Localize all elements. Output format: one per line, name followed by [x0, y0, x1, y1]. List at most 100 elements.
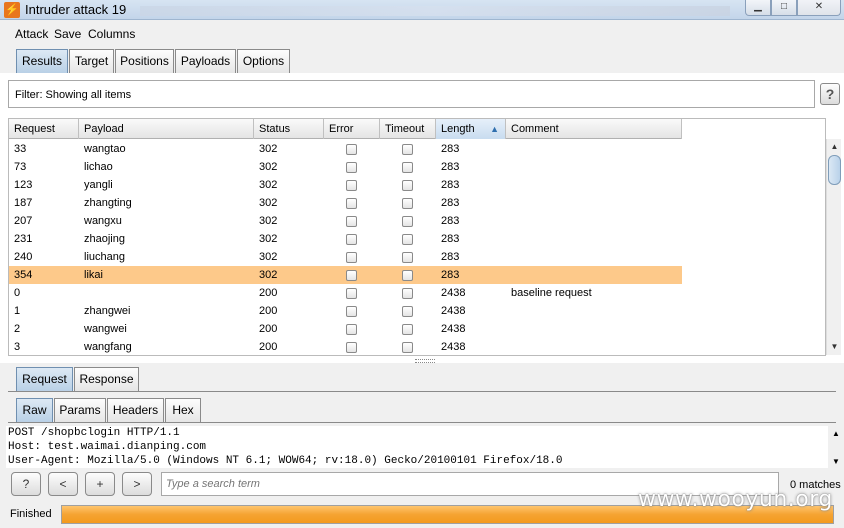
checkbox-error — [346, 162, 357, 173]
cell-status: 302 — [259, 179, 278, 191]
menu-columns[interactable]: Columns — [88, 27, 135, 41]
tab-target[interactable]: Target — [69, 49, 114, 73]
column-payload[interactable]: Payload — [79, 119, 254, 139]
cell-request: 0 — [14, 287, 21, 299]
cell-request: 187 — [14, 197, 33, 209]
checkbox-timeout — [402, 144, 413, 155]
blurred-background — [140, 6, 730, 16]
raw-request-editor[interactable]: POST /shopbclogin HTTP/1.1 Host: test.wa… — [6, 426, 828, 468]
cell-comment — [506, 266, 511, 284]
scroll-up-arrow-icon[interactable]: ▲ — [827, 140, 842, 154]
cell-payload: liuchang — [84, 251, 125, 263]
sort-ascending-icon: ▲ — [490, 124, 499, 134]
table-row[interactable]: 207 wangxu 302 283 — [9, 212, 682, 230]
filter-text: Filter: Showing all items — [15, 89, 132, 101]
scroll-thumb[interactable] — [828, 155, 841, 185]
cell-payload: wangfang — [84, 341, 132, 353]
tab-payloads[interactable]: Payloads — [175, 49, 236, 73]
tab-options[interactable]: Options — [237, 49, 290, 73]
cell-request: 354 — [14, 269, 33, 281]
cell-status: 302 — [259, 215, 278, 227]
cell-status: 302 — [259, 251, 278, 263]
window-title: Intruder attack 19 — [25, 2, 127, 17]
checkbox-error — [346, 216, 357, 227]
cell-payload: wangwei — [84, 323, 127, 335]
cell-length: 283 — [441, 143, 460, 155]
checkbox-error — [346, 144, 357, 155]
checkbox-error — [346, 342, 357, 353]
table-row[interactable]: 187 zhangting 302 283 — [9, 194, 682, 212]
title-bar: ⚡ Intruder attack 19 — [0, 0, 844, 20]
menu-bar: Attack Save Columns — [0, 21, 844, 45]
results-scrollbar[interactable]: ▲ ▼ — [826, 139, 841, 355]
scroll-down-arrow-icon[interactable]: ▼ — [829, 456, 843, 468]
table-row[interactable]: 3 wangfang 200 2438 — [9, 338, 682, 355]
pane-splitter-handle[interactable] — [415, 359, 435, 363]
filter-help-button[interactable]: ? — [820, 83, 840, 105]
column-timeout[interactable]: Timeout — [380, 119, 436, 139]
tab-results[interactable]: Results — [16, 49, 68, 73]
column-length[interactable]: Length ▲ — [436, 119, 506, 139]
tab-params[interactable]: Params — [54, 398, 106, 422]
table-row[interactable]: 2 wangwei 200 2438 — [9, 320, 682, 338]
cell-request: 33 — [14, 143, 27, 155]
maximize-button[interactable]: □ — [771, 0, 797, 16]
checkbox-error — [346, 324, 357, 335]
menu-attack[interactable]: Attack — [15, 27, 48, 41]
tab-hex[interactable]: Hex — [165, 398, 201, 422]
tab-raw[interactable]: Raw — [16, 398, 53, 422]
table-row[interactable]: 0 200 2438 baseline request — [9, 284, 682, 302]
column-status[interactable]: Status — [254, 119, 324, 139]
tab-headers[interactable]: Headers — [107, 398, 164, 422]
checkbox-timeout — [402, 270, 413, 281]
table-row[interactable]: 123 yangli 302 283 — [9, 176, 682, 194]
scroll-up-arrow-icon[interactable]: ▲ — [829, 428, 843, 440]
column-length-label: Length — [441, 123, 475, 135]
table-row[interactable]: 231 zhaojing 302 283 — [9, 230, 682, 248]
checkbox-timeout — [402, 216, 413, 227]
cell-request: 231 — [14, 233, 33, 245]
tab-positions[interactable]: Positions — [115, 49, 174, 73]
cell-comment — [506, 140, 511, 158]
checkbox-timeout — [402, 234, 413, 245]
tab-request[interactable]: Request — [16, 367, 73, 391]
checkbox-timeout — [402, 288, 413, 299]
cell-length: 2438 — [441, 305, 466, 317]
search-previous-button[interactable]: < — [48, 472, 78, 496]
column-comment[interactable]: Comment — [506, 119, 682, 139]
tab-response[interactable]: Response — [74, 367, 139, 391]
cell-length: 283 — [441, 179, 460, 191]
cell-status: 200 — [259, 287, 278, 299]
cell-payload: zhangwei — [84, 305, 131, 317]
checkbox-timeout — [402, 306, 413, 317]
search-next-button[interactable]: > — [122, 472, 152, 496]
column-error[interactable]: Error — [324, 119, 380, 139]
cell-length: 283 — [441, 233, 460, 245]
minimize-button[interactable]: ▁ — [745, 0, 771, 16]
search-help-button[interactable]: ? — [11, 472, 41, 496]
editor-scrollbar[interactable]: ▲ ▼ — [829, 426, 843, 468]
cell-payload: zhangting — [84, 197, 132, 209]
column-request[interactable]: Request — [9, 119, 79, 139]
cell-comment — [506, 158, 511, 176]
close-button[interactable]: ✕ — [797, 0, 841, 16]
cell-length: 283 — [441, 269, 460, 281]
table-row[interactable]: 33 wangtao 302 283 — [9, 140, 682, 158]
menu-save[interactable]: Save — [54, 27, 81, 41]
table-row[interactable]: 1 zhangwei 200 2438 — [9, 302, 682, 320]
table-row[interactable]: 73 lichao 302 283 — [9, 158, 682, 176]
table-row[interactable]: 240 liuchang 302 283 — [9, 248, 682, 266]
cell-length: 283 — [441, 215, 460, 227]
checkbox-timeout — [402, 180, 413, 191]
scroll-down-arrow-icon[interactable]: ▼ — [827, 340, 842, 354]
filter-bar[interactable]: Filter: Showing all items — [8, 80, 815, 108]
table-row[interactable]: 354 likai 302 283 — [9, 266, 682, 284]
cell-status: 302 — [259, 233, 278, 245]
checkbox-timeout — [402, 342, 413, 353]
cell-length: 283 — [441, 251, 460, 263]
request-line: User-Agent: Mozilla/5.0 (Windows NT 6.1;… — [8, 455, 563, 467]
cell-request: 207 — [14, 215, 33, 227]
cell-status: 200 — [259, 323, 278, 335]
search-add-button[interactable]: + — [85, 472, 115, 496]
cell-comment — [506, 176, 511, 194]
